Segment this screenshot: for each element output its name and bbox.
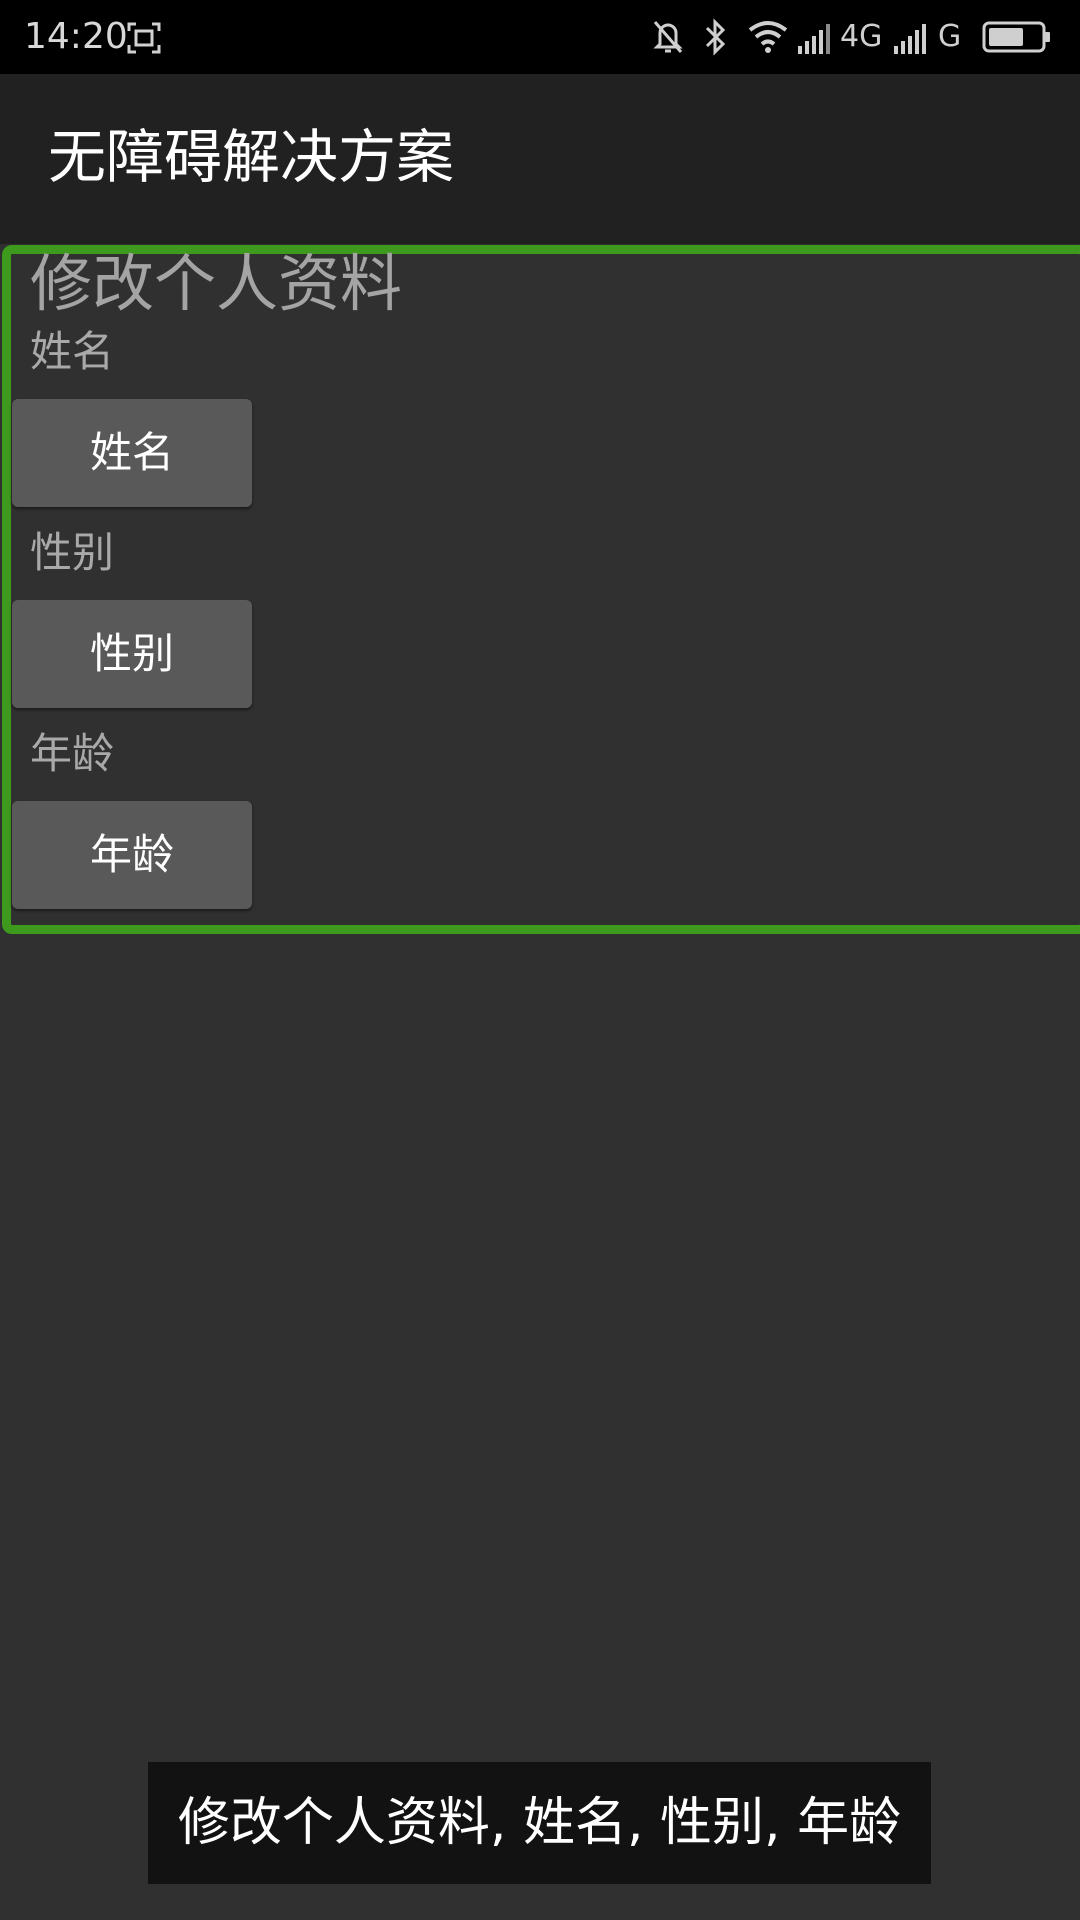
- wifi-icon: [748, 21, 788, 53]
- screenshot-icon: [127, 22, 161, 54]
- gender-button[interactable]: 性别: [12, 600, 252, 708]
- status-time: 14:20: [24, 16, 128, 57]
- network-type-label: G: [938, 19, 962, 54]
- status-bar: 14:20 4G G: [0, 0, 1080, 74]
- bluetooth-icon: [705, 18, 726, 56]
- network-type-label: 4G: [840, 19, 883, 54]
- app-bar: 无障碍解决方案: [0, 74, 1080, 244]
- signal-icon: [894, 24, 926, 54]
- battery-icon: [982, 21, 1050, 53]
- bell-off-icon: [653, 21, 683, 53]
- age-button[interactable]: 年龄: [12, 801, 252, 909]
- section-title: 修改个人资料: [30, 247, 403, 320]
- app-title: 无障碍解决方案: [48, 123, 455, 191]
- name-label: 姓名: [30, 327, 115, 376]
- accessibility-caption: 修改个人资料, 姓名, 性别, 年龄: [148, 1762, 931, 1884]
- signal-icon: [798, 24, 830, 54]
- name-button[interactable]: 姓名: [12, 399, 252, 507]
- age-label: 年龄: [30, 729, 115, 778]
- gender-label: 性别: [30, 528, 115, 577]
